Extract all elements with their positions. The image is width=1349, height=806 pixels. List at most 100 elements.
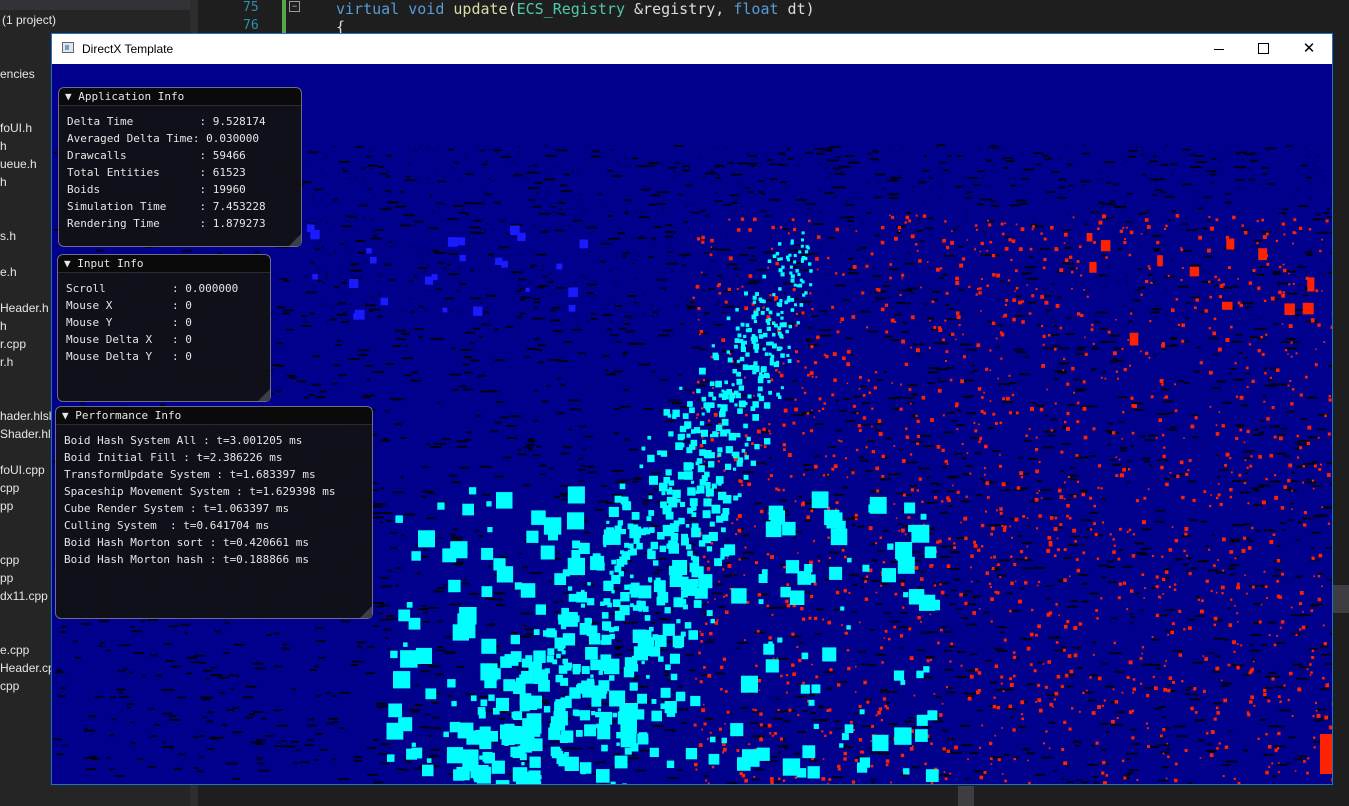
boid-shadow	[524, 484, 532, 487]
boid-shadow	[588, 746, 595, 749]
red-boid	[739, 771, 743, 776]
boid-shadow	[873, 291, 879, 294]
red-boid	[703, 666, 706, 669]
file-item[interactable]: e.cpp	[0, 643, 29, 657]
boid-shadow	[373, 625, 379, 628]
file-item[interactable]: pp	[0, 499, 13, 513]
file-item[interactable]: hader.hlsl	[0, 409, 51, 423]
red-boid	[1047, 660, 1051, 664]
file-item[interactable]: encies	[0, 67, 35, 81]
file-item[interactable]: cpp	[0, 553, 19, 567]
boid-shadow	[586, 283, 597, 286]
file-item[interactable]: dx11.cpp	[0, 589, 48, 603]
file-item[interactable]: cpp	[0, 679, 19, 693]
boid-shadow	[701, 610, 706, 613]
red-boid	[759, 712, 763, 716]
boid-shadow	[962, 313, 965, 315]
boid-shadow	[1236, 423, 1244, 426]
file-item[interactable]: cpp	[0, 481, 19, 495]
boid-shadow	[808, 208, 811, 210]
boid-shadow	[1114, 670, 1124, 673]
red-boid	[1304, 375, 1308, 379]
boid-shadow	[1135, 289, 1140, 292]
red-boid	[870, 252, 874, 256]
render-viewport[interactable]: ▼ Application Info Delta Time : 9.528174…	[52, 64, 1332, 784]
file-item[interactable]: foUI.cpp	[0, 463, 45, 477]
red-boid	[1129, 230, 1134, 235]
red-boid	[1295, 352, 1298, 355]
editor-scrollbar-thumb[interactable]	[1333, 585, 1349, 613]
red-boid	[981, 396, 984, 399]
boid-shadow	[750, 398, 756, 401]
file-item[interactable]: r.cpp	[0, 337, 26, 351]
boid-shadow	[898, 580, 906, 583]
boid-shadow	[1131, 743, 1139, 746]
boid-shadow	[1307, 478, 1311, 481]
boid-shadow	[731, 202, 738, 204]
red-boid	[741, 484, 744, 487]
minimize-button[interactable]	[1196, 34, 1242, 64]
file-item[interactable]: pp	[0, 571, 13, 585]
boid-shadow	[866, 182, 869, 184]
solution-label[interactable]: (1 project)	[2, 13, 56, 27]
boid-shadow	[723, 166, 726, 169]
boid-shadow	[1155, 510, 1165, 513]
boid-shadow	[338, 302, 346, 305]
boid-shadow	[420, 255, 423, 257]
boid-shadow	[1224, 193, 1231, 196]
file-item[interactable]: h	[0, 139, 7, 153]
cyan-cube	[665, 469, 672, 476]
cyan-cube	[590, 674, 594, 678]
boid-shadow	[686, 252, 689, 255]
boid-shadow	[1024, 266, 1036, 269]
file-item[interactable]: foUI.h	[0, 121, 32, 135]
file-item[interactable]: h	[0, 319, 7, 333]
boid-shadow	[333, 364, 340, 367]
red-boid	[721, 338, 725, 342]
boid-shadow	[583, 531, 590, 534]
maximize-button[interactable]	[1240, 34, 1286, 64]
boid-shadow	[741, 206, 744, 208]
app-window-icon[interactable]	[62, 42, 74, 53]
editor-hscroll-thumb[interactable]	[958, 786, 974, 806]
boid-shadow	[1322, 249, 1325, 252]
red-boid	[1060, 450, 1064, 454]
red-boid	[1073, 495, 1077, 498]
red-boid	[930, 418, 934, 422]
boid-shadow	[602, 355, 610, 358]
cyan-cube	[606, 520, 610, 524]
red-boid	[835, 590, 840, 595]
boid-shadow	[1262, 173, 1268, 176]
boid-shadow	[992, 165, 995, 167]
boid-shadow	[1065, 332, 1075, 335]
file-item[interactable]: e.h	[0, 265, 17, 279]
close-button[interactable]: ✕	[1286, 34, 1332, 64]
boid-shadow	[541, 400, 549, 403]
boid-shadow	[587, 471, 597, 474]
cyan-cube	[567, 586, 573, 591]
collapse-toggle-icon[interactable]: −	[289, 1, 300, 12]
red-boid	[1230, 471, 1233, 474]
boid-shadow	[1065, 181, 1068, 183]
red-boid	[847, 666, 851, 671]
red-boid	[768, 636, 772, 640]
boid-shadow	[1177, 380, 1185, 382]
file-item[interactable]: ueue.h	[0, 157, 37, 171]
red-boid	[1038, 514, 1042, 518]
window-titlebar[interactable]: DirectX Template ✕	[52, 34, 1332, 64]
boid-shadow	[727, 574, 738, 577]
red-boid	[776, 657, 778, 659]
file-item[interactable]: h	[0, 175, 7, 189]
file-item[interactable]: s.h	[0, 229, 16, 243]
red-boid	[1248, 281, 1253, 285]
red-boid	[757, 429, 761, 434]
red-boid	[841, 548, 845, 552]
boid-shadow	[301, 325, 313, 327]
file-item[interactable]: Header.h	[0, 301, 49, 315]
red-boid	[1165, 482, 1169, 487]
boid-shadow	[686, 298, 689, 300]
boid-shadow	[421, 605, 427, 607]
red-boid	[1174, 538, 1179, 543]
file-item[interactable]: r.h	[0, 355, 13, 369]
boid-shadow	[1263, 753, 1274, 756]
